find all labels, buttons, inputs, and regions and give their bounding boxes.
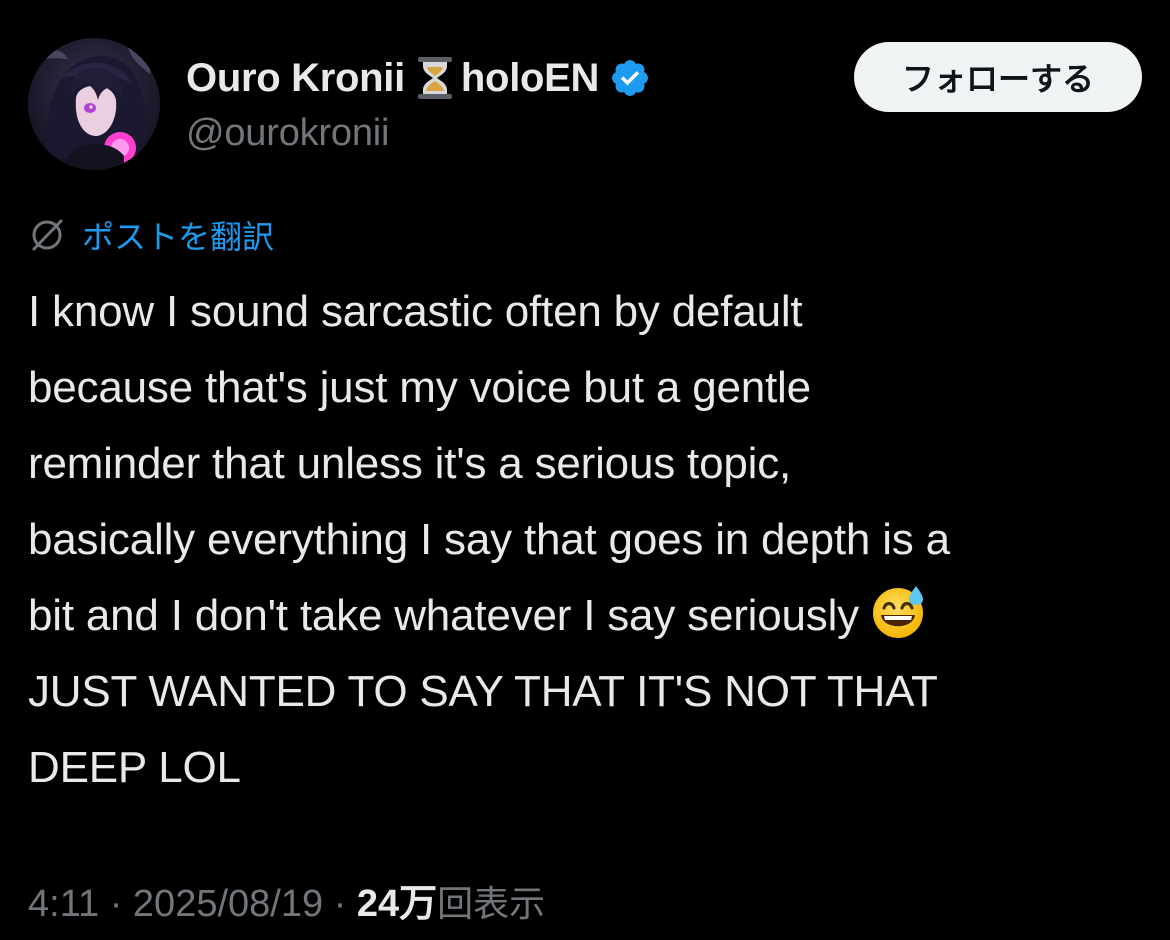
translate-post-link[interactable]: ポストを翻訳 bbox=[28, 212, 274, 258]
translate-label[interactable]: ポストを翻訳 bbox=[82, 212, 274, 258]
tweet-text-line: JUST WANTED TO SAY THAT IT'S NOT THAT bbox=[28, 667, 938, 716]
tweet-text-line-with-emoji: bit and I don't take whatever I say seri… bbox=[28, 578, 1138, 654]
author-info: Ouro Kronii holoEN @ourokronii bbox=[186, 54, 651, 155]
views-label: 回表示 bbox=[437, 884, 546, 925]
tweet-header: Ouro Kronii holoEN @ourokronii フォローする bbox=[28, 38, 1142, 170]
tweet-text-line: basically everything I say that goes in … bbox=[28, 515, 950, 564]
tweet-text-line: because that's just my voice but a gentl… bbox=[28, 363, 811, 412]
display-name-row[interactable]: Ouro Kronii holoEN bbox=[186, 54, 651, 102]
tweet: Ouro Kronii holoEN @ourokronii フォローする ポス… bbox=[0, 0, 1170, 940]
globe-icon bbox=[32, 219, 63, 251]
verified-badge-icon[interactable] bbox=[609, 57, 651, 99]
grinning-sweat-emoji-icon bbox=[872, 586, 923, 638]
follow-button[interactable]: フォローする bbox=[854, 42, 1142, 112]
avatar[interactable] bbox=[28, 38, 160, 170]
display-name[interactable]: Ouro Kronii bbox=[186, 56, 405, 101]
meta-separator: · bbox=[333, 883, 347, 925]
meta-separator: · bbox=[109, 883, 123, 925]
tweet-text: I know I sound sarcastic often by defaul… bbox=[28, 274, 1138, 806]
tweet-time[interactable]: 4:11 bbox=[28, 883, 99, 925]
tweet-text-line: I know I sound sarcastic often by defaul… bbox=[28, 287, 803, 336]
tweet-date[interactable]: 2025/08/19 bbox=[133, 883, 323, 925]
author-handle[interactable]: @ourokronii bbox=[186, 112, 651, 155]
hourglass-icon bbox=[417, 57, 452, 99]
tweet-meta: 4:11 · 2025/08/19 · 24万回表示 bbox=[28, 872, 545, 927]
tweet-text-line: bit and I don't take whatever I say seri… bbox=[28, 591, 859, 640]
views-count[interactable]: 24万 bbox=[357, 883, 437, 925]
tweet-text-line: reminder that unless it's a serious topi… bbox=[28, 439, 792, 488]
tweet-text-line: DEEP LOL bbox=[28, 743, 241, 792]
display-name-suffix[interactable]: holoEN bbox=[461, 56, 599, 101]
